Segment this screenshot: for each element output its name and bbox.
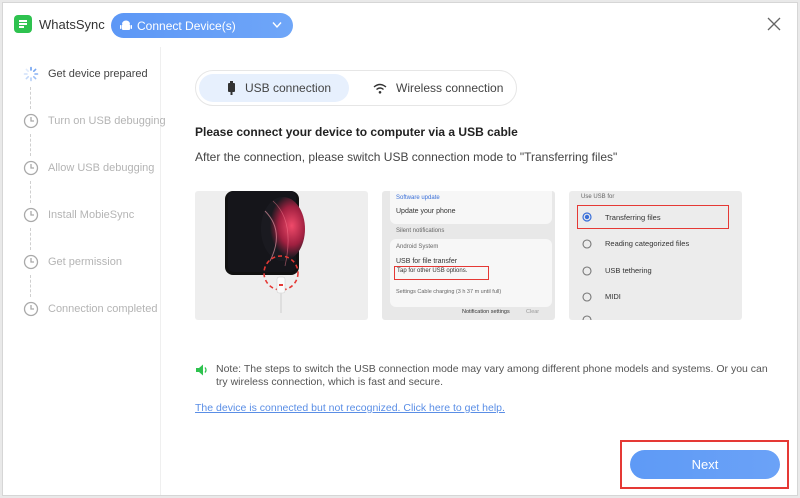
usb-option-label: Transferring files bbox=[605, 213, 661, 222]
update-phone-label: Update your phone bbox=[396, 208, 456, 215]
settings-line-label: Settings Cable charging (3 h 37 m until … bbox=[396, 289, 502, 295]
step-connector bbox=[30, 134, 31, 156]
app-logo-icon bbox=[14, 15, 32, 33]
next-button[interactable]: Next bbox=[630, 450, 780, 479]
notification-settings-label: Notification settings bbox=[462, 309, 510, 315]
step-label: Connection completed bbox=[48, 303, 158, 315]
clock-icon bbox=[23, 207, 39, 223]
clock-icon bbox=[23, 254, 39, 270]
note: Note: The steps to switch the USB connec… bbox=[195, 363, 775, 389]
steps-sidebar: Get device prepared Turn on USB debuggin… bbox=[3, 47, 166, 495]
notification-screenshot: Software update Update your phone Silent… bbox=[382, 191, 555, 320]
app-window: WhatsSync Connect Device(s) Get device p… bbox=[2, 2, 798, 496]
instruction-heading: Please connect your device to computer v… bbox=[195, 125, 518, 139]
usb-file-transfer-label: USB for file transfer bbox=[396, 258, 458, 265]
step-install-mobiesync: Install MobieSync bbox=[23, 205, 134, 225]
tab-wireless-connection[interactable]: Wireless connection bbox=[349, 74, 509, 102]
usb-option-label: USB tethering bbox=[605, 266, 652, 275]
usb-option-label: Reading categorized files bbox=[605, 239, 690, 248]
step-connection-completed: Connection completed bbox=[23, 299, 157, 319]
tab-label: USB connection bbox=[245, 81, 332, 95]
connect-device-label: Connect Device(s) bbox=[137, 18, 236, 33]
connection-tabs: USB connection Wireless connection bbox=[195, 70, 517, 106]
phone-usb-illustration bbox=[195, 191, 368, 320]
clock-icon bbox=[23, 301, 39, 317]
radio-icon bbox=[582, 239, 592, 249]
step-connector bbox=[30, 275, 31, 297]
tab-label: Wireless connection bbox=[396, 81, 504, 95]
use-usb-for-label: Use USB for bbox=[581, 194, 615, 200]
clear-label: Clear bbox=[526, 309, 540, 315]
loading-spinner-icon bbox=[23, 66, 39, 82]
step-label: Turn on USB debugging bbox=[48, 115, 166, 127]
app-name: WhatsSync bbox=[39, 17, 105, 32]
radio-selected-icon bbox=[582, 212, 592, 222]
software-update-label: Software update bbox=[396, 195, 440, 201]
note-text: Note: The steps to switch the USB connec… bbox=[216, 363, 768, 388]
step-get-permission: Get permission bbox=[23, 252, 122, 272]
tap-options-label: Tap for other USB options. bbox=[397, 268, 468, 274]
clock-icon bbox=[23, 160, 39, 176]
help-link[interactable]: The device is connected but not recogniz… bbox=[195, 402, 505, 414]
phone-illustration bbox=[225, 191, 305, 313]
android-system-label: Android System bbox=[396, 244, 439, 250]
silent-notifications-label: Silent notifications bbox=[396, 228, 445, 234]
title-bar: WhatsSync Connect Device(s) bbox=[3, 3, 797, 47]
clock-icon bbox=[23, 113, 39, 129]
tab-usb-connection[interactable]: USB connection bbox=[199, 74, 349, 102]
step-connector bbox=[30, 87, 31, 109]
speaker-icon bbox=[196, 364, 207, 376]
usb-mode-screenshot: Use USB for Transferring files Reading c… bbox=[569, 191, 742, 320]
radio-icon bbox=[582, 266, 592, 276]
step-connector bbox=[30, 228, 31, 250]
step-get-device-prepared: Get device prepared bbox=[23, 64, 148, 84]
radio-icon bbox=[582, 315, 592, 320]
usb-plug-icon bbox=[228, 81, 235, 95]
connect-device-dropdown[interactable]: Connect Device(s) bbox=[111, 13, 293, 38]
chevron-down-icon bbox=[272, 22, 282, 29]
android-icon bbox=[120, 20, 132, 30]
step-label: Get device prepared bbox=[48, 68, 148, 80]
close-icon[interactable] bbox=[767, 17, 781, 31]
step-label: Install MobieSync bbox=[48, 209, 135, 221]
wifi-icon bbox=[373, 83, 387, 94]
radio-icon bbox=[582, 292, 592, 302]
instruction-subtext: After the connection, please switch USB … bbox=[195, 150, 618, 164]
usb-option-label: MIDI bbox=[605, 292, 621, 301]
step-turn-on-usb-debugging: Turn on USB debugging bbox=[23, 111, 166, 131]
step-connector bbox=[30, 181, 31, 203]
step-allow-usb-debugging: Allow USB debugging bbox=[23, 158, 154, 178]
step-label: Get permission bbox=[48, 256, 122, 268]
step-label: Allow USB debugging bbox=[48, 162, 155, 174]
